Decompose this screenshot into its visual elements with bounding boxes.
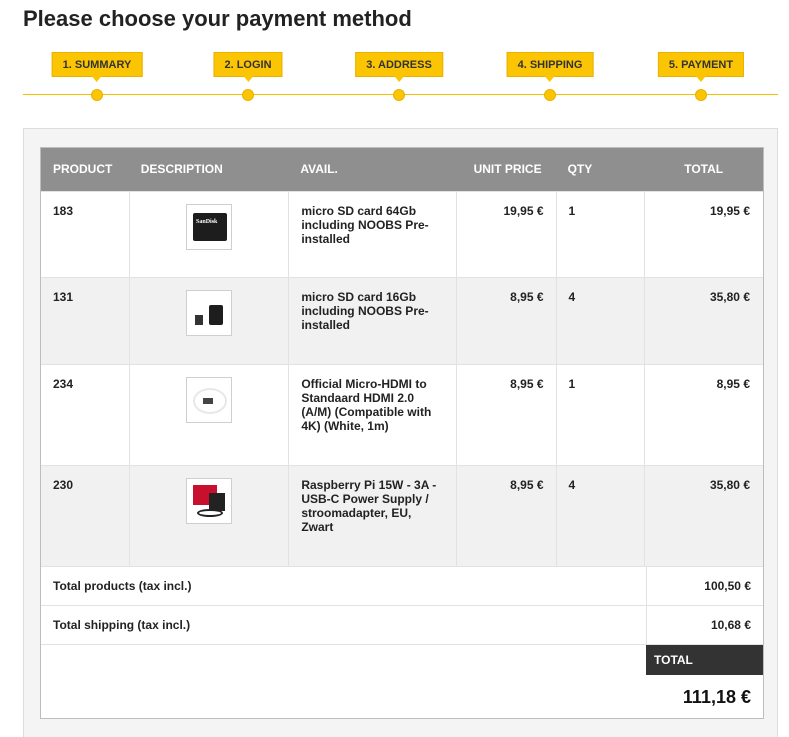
quantity: 4 [555,278,645,364]
product-name[interactable]: Official Micro-HDMI to Standaard HDMI 2.… [288,365,456,465]
cart-header: PRODUCT DESCRIPTION AVAIL. UNIT PRICE QT… [41,148,763,191]
step-dot [544,89,556,101]
product-name[interactable]: micro SD card 64Gb including NOOBS Pre-i… [288,192,456,277]
step-dot [393,89,405,101]
product-id: 131 [53,290,74,304]
total-products-label: Total products (tax incl.) [53,579,192,593]
cart-table: PRODUCT DESCRIPTION AVAIL. UNIT PRICE QT… [40,147,764,719]
total-shipping-value: 10,68 € [646,606,763,644]
header-product: PRODUCT [53,162,113,176]
table-row: 234 Official Micro-HDMI to Standaard HDM… [41,364,763,465]
table-row: 183 micro SD card 64Gb including NOOBS P… [41,191,763,277]
cart-container: PRODUCT DESCRIPTION AVAIL. UNIT PRICE QT… [23,128,778,737]
product-image-cell [128,466,289,566]
step-dot [242,89,254,101]
grand-total-box: TOTAL 111,18 € [646,645,763,718]
sd-card-image [193,213,228,241]
product-thumbnail[interactable] [186,377,233,423]
product-name[interactable]: micro SD card 16Gb including NOOBS Pre-i… [288,278,456,364]
header-avail: AVAIL. [300,162,338,176]
page-title: Please choose your payment method [23,6,412,31]
product-image-cell [128,278,289,364]
step-label: 5. PAYMENT [657,52,745,82]
grand-total-row: TOTAL 111,18 € [41,644,763,718]
header-total: TOTAL [684,162,724,176]
total-products-row: Total products (tax incl.) 100,50 € [41,566,763,605]
product-id: 234 [53,377,74,391]
line-total: 35,80 € [644,278,763,364]
grand-total-value: 111,18 € [682,687,751,707]
header-qty: QTY [567,162,593,176]
quantity: 4 [555,466,645,566]
step-dot [91,89,103,101]
header-description: DESCRIPTION [140,162,223,176]
line-total: 8,95 € [644,365,763,465]
line-total: 19,95 € [644,192,763,277]
product-thumbnail[interactable] [186,290,233,336]
product-image-cell [128,365,289,465]
total-spacer [41,645,646,718]
table-row: 230 Raspberry Pi 15W - 3A - USB-C Power … [41,465,763,566]
product-id: 230 [53,478,74,492]
step-label[interactable]: 4. SHIPPING [506,52,594,82]
total-products-value: 100,50 € [646,567,763,605]
checkout-steps: 1. SUMMARY 2. LOGIN 3. ADDRESS 4. SHIPPI… [23,52,778,104]
product-thumbnail[interactable] [186,478,233,524]
product-image-cell [128,192,289,277]
hdmi-connector-image [203,398,214,404]
quantity: 1 [555,192,645,277]
unit-price: 8,95 € [455,365,556,465]
step-label[interactable]: 3. ADDRESS [355,52,443,82]
product-name[interactable]: Raspberry Pi 15W - 3A - USB-C Power Supp… [288,466,456,566]
total-shipping-label: Total shipping (tax incl.) [53,618,191,632]
product-id: 183 [53,204,74,218]
unit-price: 8,95 € [455,466,556,566]
total-shipping-row: Total shipping (tax incl.) 10,68 € [41,605,763,644]
quantity: 1 [555,365,645,465]
unit-price: 8,95 € [455,278,556,364]
product-thumbnail[interactable] [186,204,233,250]
step-label[interactable]: 1. SUMMARY [51,52,143,82]
unit-price: 19,95 € [455,192,556,277]
power-cable-image [197,509,224,517]
line-total: 35,80 € [644,466,763,566]
step-label[interactable]: 2. LOGIN [213,52,283,82]
sd-card-adapter-image [195,315,204,325]
grand-total-label: TOTAL [646,645,763,675]
step-dot [695,89,707,101]
header-unit-price: UNIT PRICE [473,162,542,176]
sd-card-image [209,305,224,325]
table-row: 131 micro SD card 16Gb including NOOBS P… [41,277,763,364]
